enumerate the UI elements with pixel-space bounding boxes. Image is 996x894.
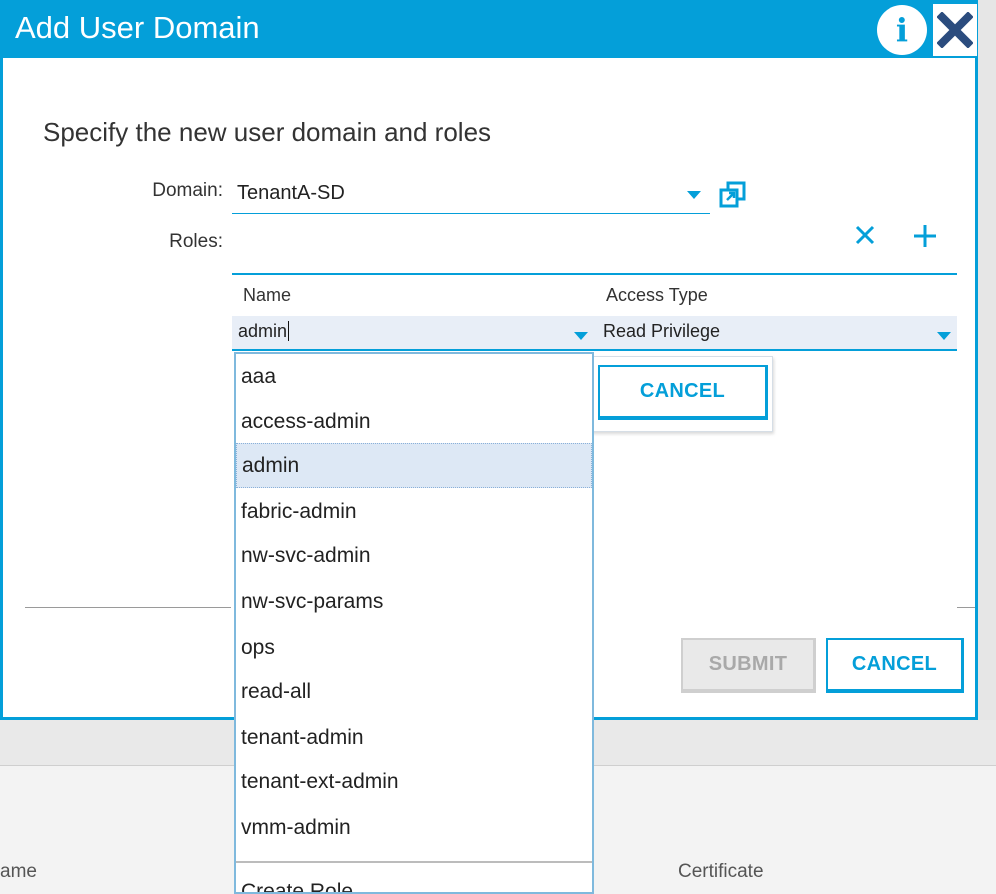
background-column-certificate: Certificate	[678, 861, 764, 882]
row-cancel-button[interactable]: CANCEL	[598, 365, 768, 420]
close-button[interactable]	[933, 4, 977, 56]
delete-role-icon[interactable]	[854, 224, 876, 246]
dialog-title: Add User Domain	[15, 10, 260, 45]
popout-icon[interactable]	[718, 180, 748, 210]
dropdown-option[interactable]: read-all	[236, 669, 592, 714]
domain-label: Domain:	[152, 180, 223, 201]
chevron-down-icon[interactable]	[574, 332, 588, 340]
dropdown-divider	[236, 861, 592, 863]
column-header-access-type: Access Type	[606, 285, 708, 305]
role-name-dropdown[interactable]: aaa access-admin admin fabric-admin nw-s…	[234, 352, 594, 894]
close-icon	[937, 12, 973, 48]
background-column-name: ame	[0, 861, 37, 882]
domain-select[interactable]: TenantA-SD	[232, 174, 710, 214]
access-type-select[interactable]: Read Privilege	[603, 321, 720, 342]
chevron-down-icon[interactable]	[687, 191, 701, 199]
row-action-panel: CANCEL	[591, 356, 773, 432]
dialog-subtitle: Specify the new user domain and roles	[43, 117, 492, 147]
dialog-titlebar: Add User Domain i	[3, 0, 978, 58]
create-role-option[interactable]: Create Role	[241, 880, 353, 892]
role-name-input[interactable]: admin	[238, 321, 289, 342]
footer-divider	[957, 607, 975, 608]
submit-button[interactable]: SUBMIT	[681, 638, 816, 693]
roles-divider	[232, 273, 957, 275]
dropdown-option[interactable]: aaa	[236, 354, 592, 399]
info-icon[interactable]: i	[877, 5, 927, 55]
role-edit-row: admin Read Privilege	[232, 316, 957, 351]
roles-label: Roles:	[169, 231, 223, 252]
dropdown-option[interactable]: tenant-ext-admin	[236, 759, 592, 804]
dropdown-option[interactable]: nw-svc-params	[236, 579, 592, 624]
dropdown-option[interactable]: ops	[236, 625, 592, 670]
dropdown-option-selected[interactable]: admin	[236, 443, 592, 488]
column-header-name: Name	[243, 285, 292, 305]
dropdown-option[interactable]: tenant-admin	[236, 715, 592, 760]
dropdown-option[interactable]: vmm-admin	[236, 805, 592, 850]
dropdown-option[interactable]: fabric-admin	[236, 489, 592, 534]
domain-value: TenantA-SD	[237, 182, 345, 204]
dropdown-option[interactable]: nw-svc-admin	[236, 533, 592, 578]
add-role-icon[interactable]	[913, 224, 937, 248]
dropdown-option[interactable]: access-admin	[236, 399, 592, 444]
chevron-down-icon[interactable]	[937, 332, 951, 340]
footer-divider	[25, 607, 231, 608]
cancel-button[interactable]: CANCEL	[826, 638, 964, 693]
